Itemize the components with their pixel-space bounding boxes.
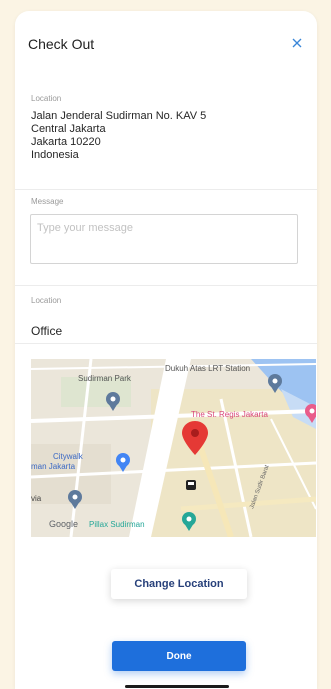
address-line-2: Central Jakarta bbox=[31, 123, 106, 135]
header: Check Out bbox=[15, 11, 317, 71]
map-label-pillar: Pillax Sudirman bbox=[89, 520, 145, 529]
map-label-station: Dukuh Atas LRT Station bbox=[165, 364, 250, 373]
map-label-citywalk: Citywalk bbox=[53, 452, 84, 461]
message-box bbox=[30, 214, 298, 264]
close-icon bbox=[292, 38, 302, 48]
checkout-sheet: Check Out Location Jalan Jenderal Sudirm… bbox=[15, 11, 317, 689]
page-title: Check Out bbox=[28, 36, 95, 52]
message-input[interactable] bbox=[31, 215, 297, 263]
close-button[interactable] bbox=[286, 32, 308, 54]
map-label-park: Sudirman Park bbox=[78, 374, 132, 383]
change-location-button[interactable]: Change Location bbox=[111, 569, 247, 599]
map-label-citywalk-2: man Jakarta bbox=[31, 462, 76, 471]
address-line-3: Jakarta 10220 bbox=[31, 136, 101, 148]
map-label-via: via bbox=[31, 494, 42, 503]
map-label-hotel: The St. Regis Jakarta bbox=[191, 410, 268, 419]
map-canvas: Dukuh Atas LRT Station Sudirman Park The… bbox=[31, 359, 316, 537]
map-view[interactable]: Dukuh Atas LRT Station Sudirman Park The… bbox=[31, 359, 316, 537]
location-value[interactable]: Office bbox=[31, 324, 62, 338]
address-label: Location bbox=[31, 94, 62, 103]
location-divider bbox=[15, 343, 317, 344]
address-line-1: Jalan Jenderal Sudirman No. KAV 5 bbox=[31, 110, 207, 122]
home-indicator bbox=[125, 685, 229, 688]
transit-icon bbox=[186, 480, 196, 490]
message-label: Message bbox=[31, 197, 64, 206]
location-label: Location bbox=[31, 296, 62, 305]
google-logo: Google bbox=[49, 519, 78, 529]
address-line-4: Indonesia bbox=[31, 149, 79, 161]
address-section: Location Jalan Jenderal Sudirman No. KAV… bbox=[15, 71, 317, 189]
done-button[interactable]: Done bbox=[112, 641, 246, 671]
